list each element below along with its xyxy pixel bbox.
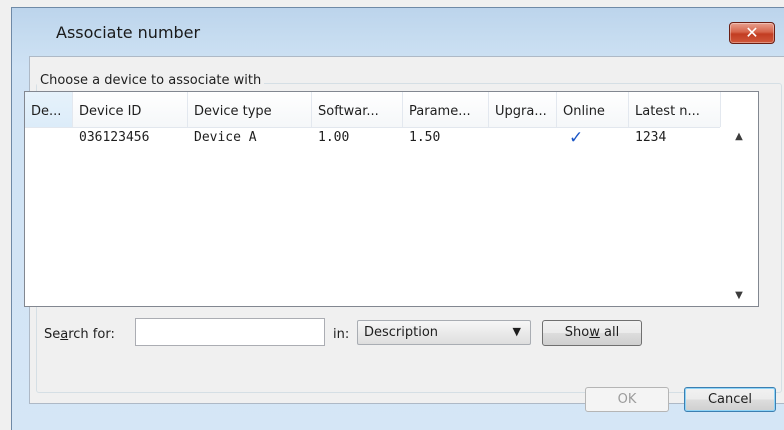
column-header-device-id[interactable]: Device ID (73, 92, 188, 127)
dropdown-selected-value: Description (364, 325, 439, 340)
close-button[interactable]: ✕ (729, 22, 775, 44)
column-header-device-type[interactable]: Device type (188, 92, 312, 127)
close-icon: ✕ (745, 23, 759, 42)
in-label: in: (333, 327, 350, 342)
search-field-dropdown[interactable]: Description ▼ (357, 320, 531, 345)
title-bar[interactable]: Associate number ✕ (12, 8, 784, 56)
device-list[interactable]: ︿ De... Device ID Device type Softwar...… (24, 91, 759, 307)
dialog-title: Associate number (56, 23, 201, 42)
column-header-latest-n[interactable]: Latest n... (629, 92, 721, 127)
chevron-down-icon: ▼ (512, 325, 521, 338)
group-legend: Choose a device to associate with (37, 73, 265, 88)
scroll-down-icon[interactable]: ▼ (720, 286, 758, 306)
cell-description (25, 128, 73, 148)
ok-button[interactable]: OK (585, 387, 669, 412)
cell-latest-n: 1234 (635, 130, 667, 145)
search-input[interactable] (135, 318, 325, 346)
sort-ascending-icon: ︿ (41, 92, 50, 98)
table-row[interactable]: 036123456 Device A 1.00 1.50 ✓ 1234 (25, 128, 721, 148)
cell-device-id: 036123456 (79, 130, 150, 145)
show-all-button[interactable]: Show all (542, 320, 642, 346)
column-header-upgrade[interactable]: Upgra... (489, 92, 557, 127)
column-header-description[interactable]: ︿ De... (25, 92, 73, 127)
online-check-icon: ✓ (569, 128, 584, 148)
scroll-up-icon[interactable]: ▲ (720, 127, 758, 147)
cell-device-type: Device A (194, 130, 257, 145)
cancel-button[interactable]: Cancel (684, 387, 776, 412)
cell-parameters: 1.50 (409, 130, 441, 145)
cell-software: 1.00 (318, 130, 350, 145)
cell-upgrade (489, 128, 495, 148)
column-header-software[interactable]: Softwar... (312, 92, 403, 127)
column-header-online[interactable]: Online (557, 92, 629, 127)
column-header-parameters[interactable]: Parame... (403, 92, 489, 127)
search-label: Search for: (44, 327, 115, 342)
list-header: ︿ De... Device ID Device type Softwar...… (25, 92, 721, 128)
vertical-scrollbar[interactable]: ▲ ▼ (720, 127, 758, 306)
